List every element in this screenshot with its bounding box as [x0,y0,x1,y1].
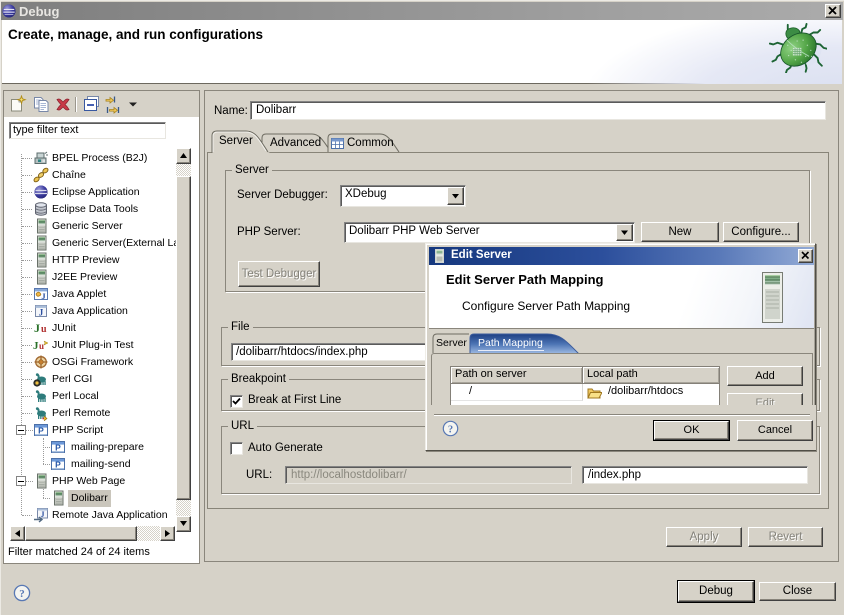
svg-text:?: ? [19,588,25,600]
svg-text:?: ? [448,425,453,436]
